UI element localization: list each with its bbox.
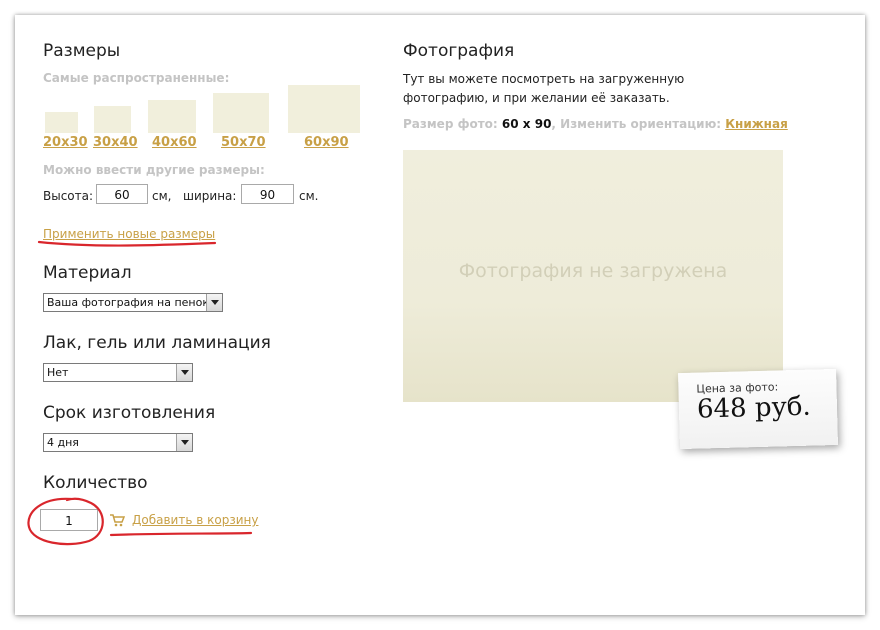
photo-description: Тут вы можете посмотреть на загруженную … (403, 72, 685, 105)
photo-size-value: 60 x 90 (501, 117, 552, 131)
photo-size-row: Размер фото: 60 x 90, Изменить ориентаци… (403, 117, 788, 131)
annotation-circle-quantity (27, 497, 104, 546)
annotation-underline-apply (37, 240, 217, 247)
photo-placeholder-text: Фотография не загружена (458, 260, 728, 282)
price-tag: Цена за фото: 648 руб. (678, 368, 838, 450)
annotation-underline-cart (109, 531, 253, 537)
orientation-label: , Изменить ориентацию: (551, 117, 722, 131)
photo-preview: Фотография не загружена (403, 150, 783, 402)
photo-size-label: Размер фото: (403, 117, 498, 131)
product-card: Размеры Самые распространенные: 20x30 30… (15, 15, 865, 615)
orientation-link[interactable]: Книжная (725, 117, 788, 131)
photo-title: Фотография (403, 41, 515, 61)
price-value: 648 руб. (696, 391, 812, 425)
